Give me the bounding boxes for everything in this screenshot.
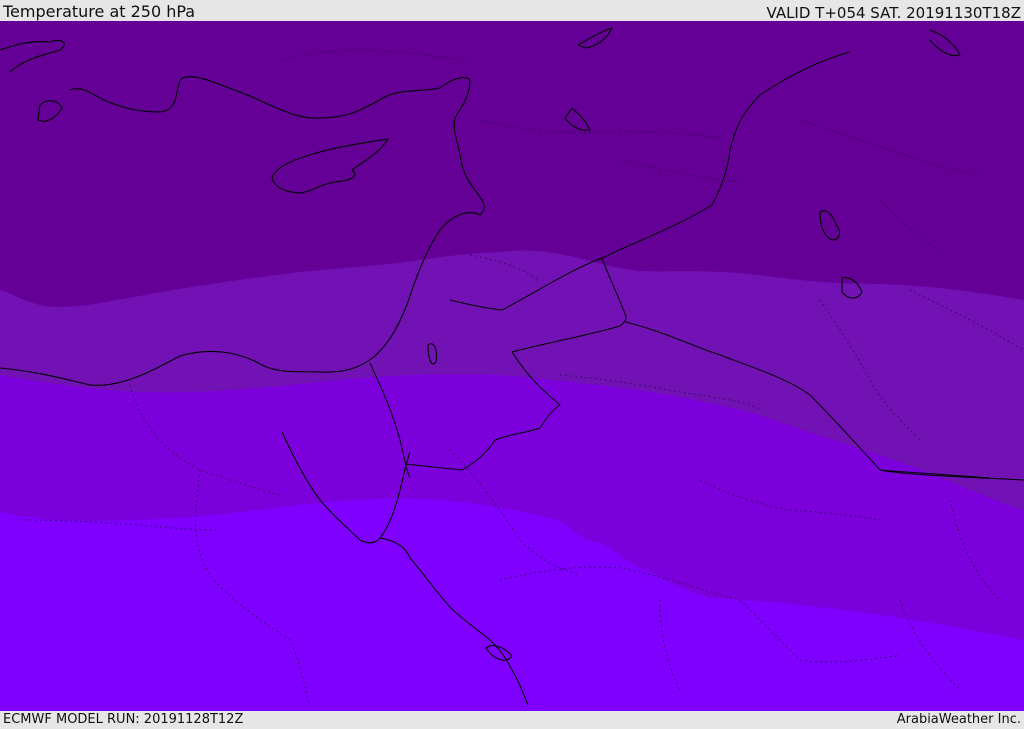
header-bar: Temperature at 250 hPa VALID T+054 SAT. …: [0, 0, 1024, 22]
temperature-map[interactable]: [0, 21, 1024, 711]
valid-time-label: VALID T+054 SAT. 20191130T18Z: [766, 4, 1021, 22]
model-run-label: ECMWF MODEL RUN: 20191128T12Z: [3, 712, 244, 727]
map-title: Temperature at 250 hPa: [3, 2, 196, 21]
map-frame: Temperature at 250 hPa VALID T+054 SAT. …: [0, 0, 1024, 729]
provider-label: ArabiaWeather Inc.: [896, 712, 1021, 727]
footer-bar: ECMWF MODEL RUN: 20191128T12Z ArabiaWeat…: [0, 711, 1024, 729]
